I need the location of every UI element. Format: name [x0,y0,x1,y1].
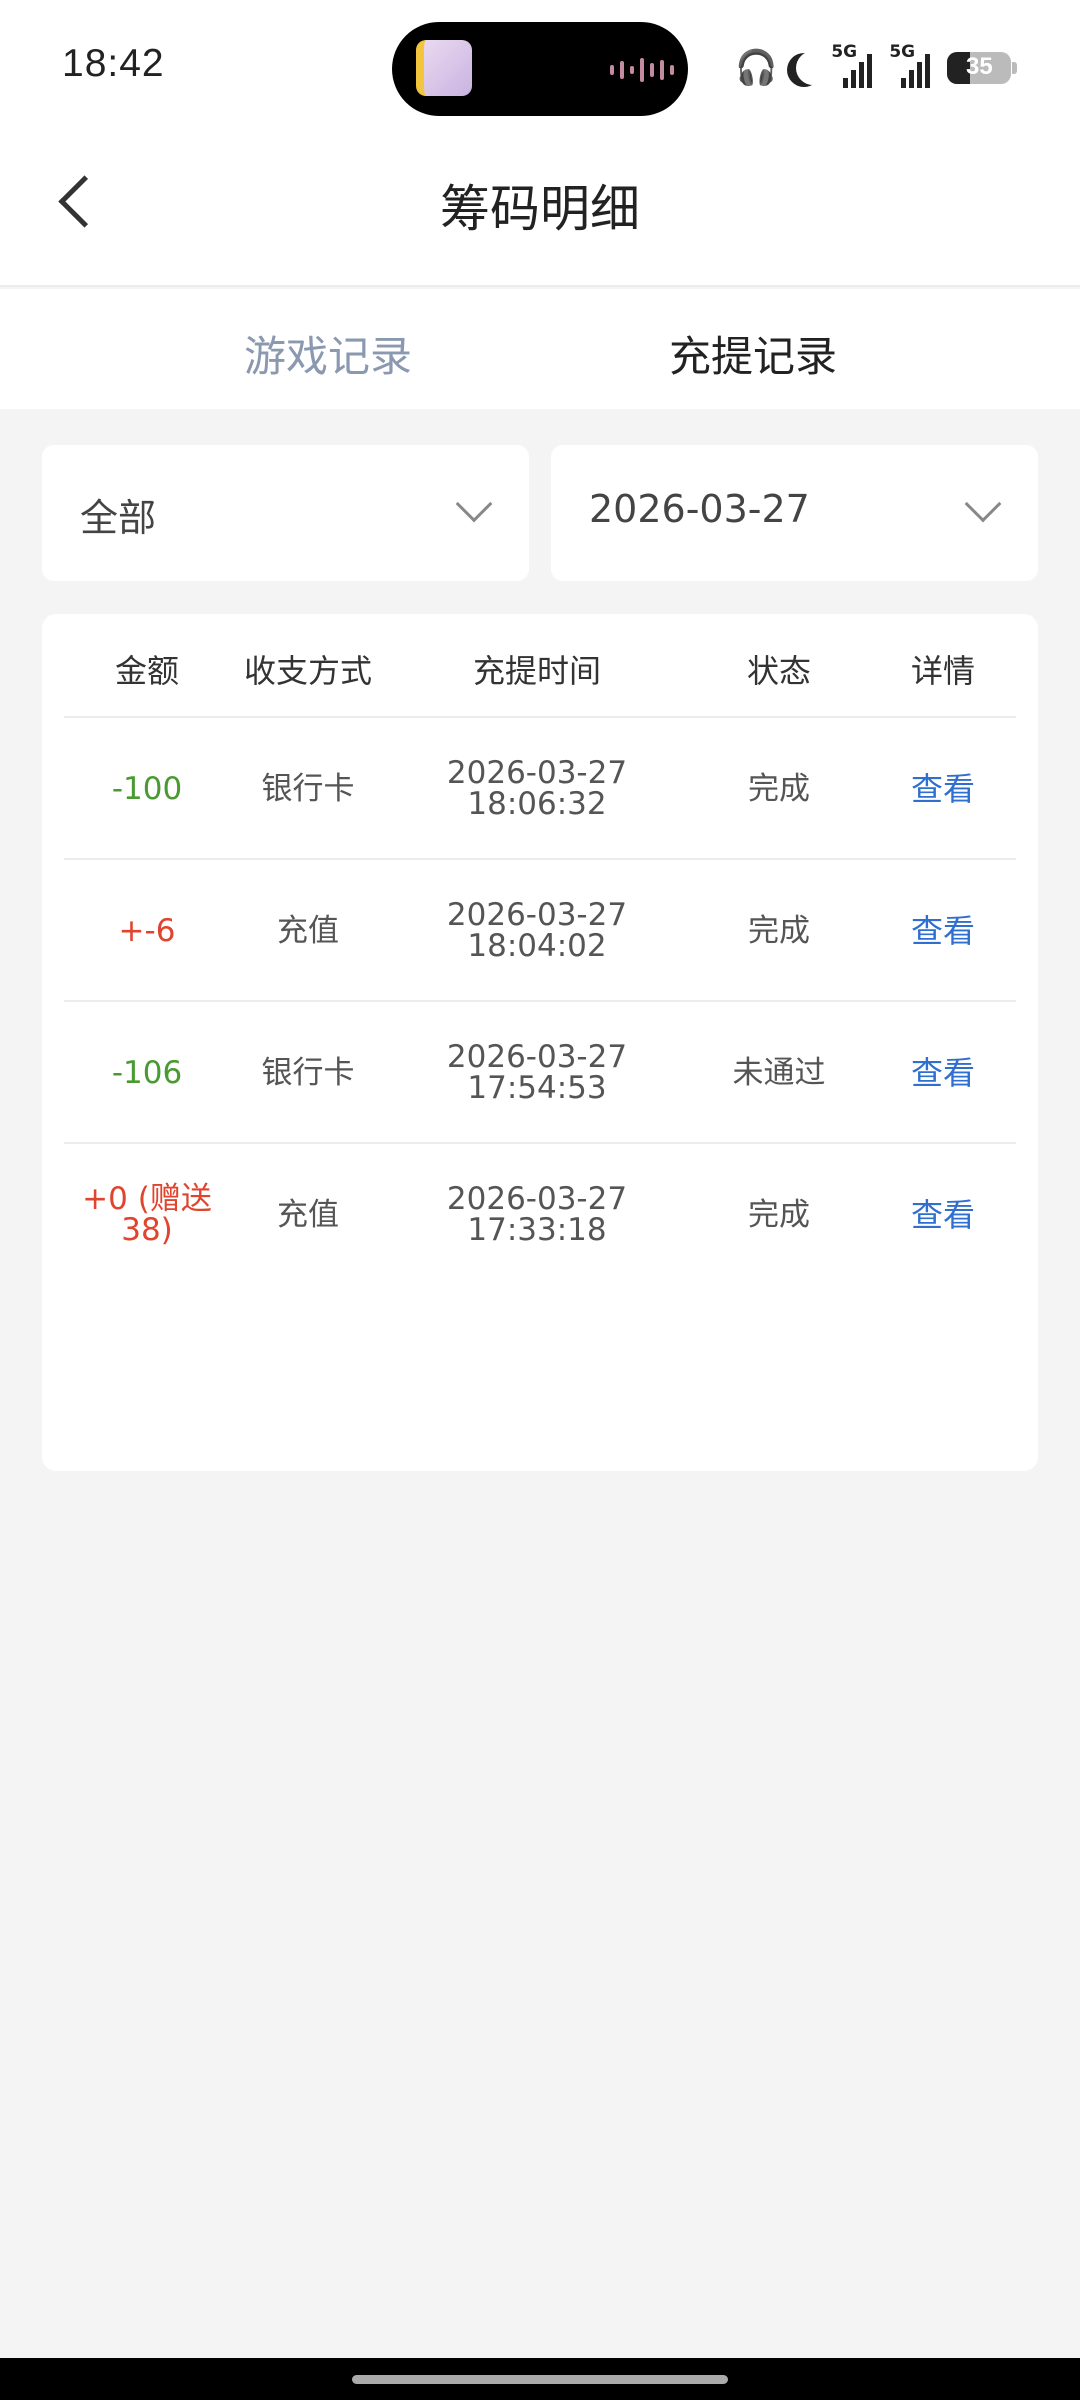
table-row: -106 银行卡 2026-03-27 17:54:53 未通过 查看 [64,1002,1016,1144]
time-text: 17:54:53 [467,1070,607,1106]
records-table: 金额 收支方式 充提时间 状态 详情 -100 银行卡 2026-03-27 1… [42,614,1038,1471]
method-cell: 充值 [277,1196,339,1233]
view-link[interactable]: 查看 [870,718,1016,860]
signal-5g-icon-2: 5G [889,42,937,88]
header-method: 收支方式 [243,652,372,690]
battery-level: 35 [965,53,993,80]
method-cell: 银行卡 [261,770,355,807]
clock: 18:42 [62,42,165,85]
date-text: 2026-03-27 [446,1039,628,1075]
datetime-cell: 2026-03-27 17:33:18 [386,1144,688,1286]
type-filter-dropdown[interactable]: 全部 [42,445,529,581]
header-details: 详情 [910,652,975,690]
amount-cell: -100 [111,770,183,807]
page-title: 筹码明细 [440,180,640,238]
amount-cell: +0 (赠送38) [82,1181,212,1248]
header-time: 充提时间 [472,652,601,690]
table-header: 金额 收支方式 充提时间 状态 详情 [64,614,1016,718]
header-status: 状态 [746,652,811,690]
date-filter-dropdown[interactable]: 2026-03-27 [551,445,1038,581]
time-text: 18:04:02 [467,928,607,964]
table-row: +0 (赠送38) 充值 2026-03-27 17:33:18 完成 查看 [64,1144,1016,1286]
system-icons: 🎧 5G 5G 35 [735,42,1018,88]
audio-wave-icon [610,58,674,82]
dynamic-island[interactable] [392,22,688,116]
table-row: +-6 充值 2026-03-27 18:04:02 完成 查看 [64,860,1016,1002]
date-filter-value: 2026-03-27 [589,487,810,531]
type-filter-value: 全部 [80,496,157,540]
status-cell: 未通过 [732,1054,826,1091]
battery-icon: 35 [947,52,1012,84]
time-text: 18:06:32 [467,786,607,822]
earbuds-icon: 🎧 [735,48,778,88]
home-indicator[interactable] [0,2358,1080,2400]
table-row: -100 银行卡 2026-03-27 18:06:32 完成 查看 [64,718,1016,860]
date-text: 2026-03-27 [446,755,628,791]
view-link[interactable]: 查看 [870,1144,1016,1286]
datetime-cell: 2026-03-27 18:04:02 [386,860,688,1002]
status-cell: 完成 [748,770,810,807]
method-cell: 银行卡 [261,1054,355,1091]
method-cell: 充值 [277,912,339,949]
amount-cell: +-6 [118,912,176,949]
do-not-disturb-icon [796,51,830,85]
tab-bar: 游戏记录 充提记录 [0,289,1080,409]
date-text: 2026-03-27 [446,1181,628,1217]
status-cell: 完成 [748,912,810,949]
tab-deposit-withdraw-records[interactable]: 充提记录 [669,323,837,384]
header-amount: 金额 [114,652,179,690]
view-link[interactable]: 查看 [870,860,1016,1002]
amount-cell: -106 [111,1054,183,1091]
chevron-down-icon [964,485,1002,523]
datetime-cell: 2026-03-27 17:54:53 [386,1002,688,1144]
status-cell: 完成 [748,1196,810,1233]
status-bar: 18:42 🎧 5G 5G 35 [0,0,1080,135]
view-link[interactable]: 查看 [870,1002,1016,1144]
time-text: 17:33:18 [467,1212,607,1248]
album-art-icon [416,40,472,96]
datetime-cell: 2026-03-27 18:06:32 [386,718,688,860]
date-text: 2026-03-27 [446,897,628,933]
tab-game-records[interactable]: 游戏记录 [244,323,412,384]
chevron-down-icon [455,485,493,523]
signal-5g-icon: 5G [831,42,879,88]
nav-bar: 筹码明细 [0,135,1080,287]
